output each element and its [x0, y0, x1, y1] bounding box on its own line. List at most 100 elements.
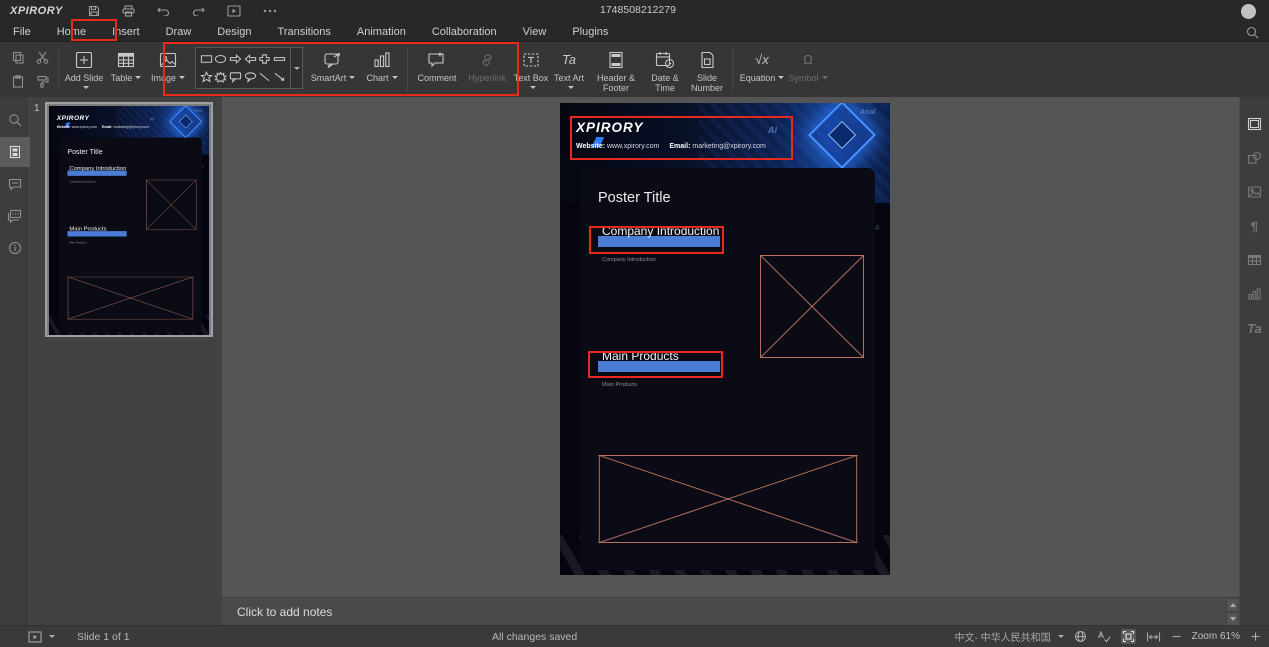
- slide-canvas-content[interactable]: AI Anal G DA XPIRORY Website: www.xpiror…: [560, 103, 890, 575]
- chat-panel-icon[interactable]: [0, 201, 30, 231]
- fit-slide-icon[interactable]: [1121, 629, 1136, 644]
- image-button[interactable]: Image: [147, 42, 189, 97]
- cut-icon[interactable]: [30, 46, 54, 70]
- menu-home[interactable]: Home: [44, 24, 99, 40]
- comment-button[interactable]: Comment: [412, 42, 462, 97]
- menu-design[interactable]: Design: [204, 24, 264, 40]
- shapes-more-button[interactable]: [291, 47, 303, 89]
- shape-callout-oval-icon[interactable]: [243, 68, 258, 86]
- shape-arrow-right-icon[interactable]: [228, 50, 243, 68]
- menu-transitions[interactable]: Transitions: [265, 24, 344, 40]
- notes-area[interactable]: Click to add notes: [222, 597, 1239, 625]
- copy-icon[interactable]: [6, 46, 30, 70]
- textart-panel-icon[interactable]: Ta: [1240, 313, 1269, 343]
- document-title: 1748508212279: [600, 4, 676, 16]
- shape-plus-icon[interactable]: [258, 50, 273, 68]
- slides-panel-icon[interactable]: [0, 137, 30, 167]
- shape-star8-icon[interactable]: [214, 68, 229, 86]
- chevron-down-icon: [392, 76, 398, 79]
- menu-file[interactable]: File: [0, 24, 44, 40]
- notes-scrollbar[interactable]: [1226, 598, 1239, 626]
- slideshow-start-button[interactable]: [28, 631, 55, 643]
- shape-line-icon[interactable]: [258, 68, 273, 86]
- slideshow-icon[interactable]: [227, 5, 241, 17]
- statusbar: Slide 1 of 1 All changes saved 中文- 中华人民共…: [0, 625, 1269, 647]
- slide-number-button[interactable]: Slide Number: [686, 42, 728, 97]
- menu-draw[interactable]: Draw: [153, 24, 205, 40]
- image-placeholder-large[interactable]: [598, 455, 858, 543]
- globe-icon[interactable]: [1074, 630, 1087, 643]
- slide-indicator: Slide 1 of 1: [77, 631, 130, 643]
- undo-icon[interactable]: [157, 5, 170, 17]
- language-selector[interactable]: 中文- 中华人民共和国: [955, 629, 1064, 644]
- chart-button[interactable]: Chart: [361, 42, 403, 97]
- menu-collaboration[interactable]: Collaboration: [419, 24, 510, 40]
- comment-panel-icon[interactable]: [0, 169, 30, 199]
- find-icon[interactable]: [0, 105, 30, 135]
- save-icon[interactable]: [88, 5, 100, 17]
- table-icon: [116, 49, 136, 71]
- scroll-down-button[interactable]: [1227, 613, 1238, 625]
- slide-thumbnail-panel: 1 AI Anal G DA XPIRORY Websit: [30, 97, 222, 625]
- shapes-panel-icon[interactable]: [1240, 143, 1269, 173]
- search-icon[interactable]: [1246, 26, 1259, 39]
- format-painter-icon[interactable]: [30, 70, 54, 94]
- table-button[interactable]: Table: [105, 42, 147, 97]
- chevron-down-icon: [49, 635, 55, 638]
- layout-panel-icon[interactable]: [1240, 109, 1269, 139]
- zoom-level[interactable]: Zoom 61%: [1192, 631, 1240, 642]
- symbol-button[interactable]: Ω Symbol: [787, 42, 829, 97]
- menu-insert[interactable]: Insert: [99, 24, 153, 40]
- image-panel-icon[interactable]: [1240, 177, 1269, 207]
- smartart-button[interactable]: SmartArt: [305, 42, 361, 97]
- add-slide-button[interactable]: Add Slide: [63, 42, 105, 97]
- spellcheck-icon[interactable]: [1097, 630, 1111, 643]
- redo-icon[interactable]: [192, 5, 205, 17]
- date-time-button[interactable]: Date & Time: [644, 42, 686, 97]
- shape-minus-icon[interactable]: [272, 50, 287, 68]
- info-icon[interactable]: [0, 233, 30, 263]
- zoom-out-icon[interactable]: [1171, 631, 1182, 642]
- chevron-down-icon: [822, 76, 828, 79]
- poster-title-textbox[interactable]: Poster Title: [598, 190, 671, 206]
- date-time-icon: [654, 49, 676, 71]
- paragraph-panel-icon[interactable]: ¶: [1240, 211, 1269, 241]
- left-sidebar: [0, 97, 30, 625]
- titlebar: XPIRORY 1748508212279: [0, 0, 1269, 22]
- table-panel-icon[interactable]: [1240, 245, 1269, 275]
- notes-placeholder[interactable]: Click to add notes: [237, 605, 332, 619]
- shape-arrow-left-icon[interactable]: [243, 50, 258, 68]
- shape-arrow-line-icon[interactable]: [272, 68, 287, 86]
- menu-animation[interactable]: Animation: [344, 24, 419, 40]
- shape-callout-rect-icon[interactable]: [228, 68, 243, 86]
- header-footer-button[interactable]: Header & Footer: [588, 42, 644, 97]
- slide-contact-line[interactable]: Website: www.xpirory.comEmail: marketing…: [576, 143, 766, 150]
- zoom-in-icon[interactable]: [1250, 631, 1261, 642]
- equation-button[interactable]: √x Equation: [737, 42, 787, 97]
- text-box-button[interactable]: Text Box: [512, 42, 550, 97]
- shape-ellipse-icon[interactable]: [214, 50, 229, 68]
- image-placeholder-small[interactable]: [760, 255, 864, 358]
- slide-content-card[interactable]: Poster Title Company IntroductionCompany…: [580, 168, 875, 570]
- slide-editing-canvas[interactable]: AI Anal G DA XPIRORY Website: www.xpiror…: [222, 97, 1239, 597]
- shape-star4-icon[interactable]: [199, 68, 214, 86]
- slide-thumbnail[interactable]: AI Anal G DA XPIRORY Website: www.xpiror…: [45, 102, 213, 337]
- text-art-button[interactable]: Ta Text Art: [550, 42, 588, 97]
- presentation-app: XPIRORY 1748508212279 File Home Insert D…: [0, 0, 1269, 647]
- chart-panel-icon[interactable]: [1240, 279, 1269, 309]
- hyperlink-icon: [476, 49, 498, 71]
- menu-plugins[interactable]: Plugins: [559, 24, 621, 40]
- scroll-up-button[interactable]: [1227, 599, 1238, 611]
- menu-view[interactable]: View: [510, 24, 560, 40]
- print-icon[interactable]: [122, 5, 135, 17]
- shapes-gallery: [195, 47, 303, 89]
- chevron-down-icon: [83, 86, 89, 89]
- fit-width-icon[interactable]: [1146, 631, 1161, 643]
- slide-number-label: 1: [34, 103, 40, 114]
- more-icon[interactable]: [263, 5, 277, 17]
- hyperlink-button[interactable]: Hyperlink: [462, 42, 512, 97]
- shape-rectangle-icon[interactable]: [199, 50, 214, 68]
- slide-logo[interactable]: XPIRORY: [576, 119, 644, 137]
- paste-icon[interactable]: [6, 70, 30, 94]
- avatar[interactable]: [1241, 4, 1256, 19]
